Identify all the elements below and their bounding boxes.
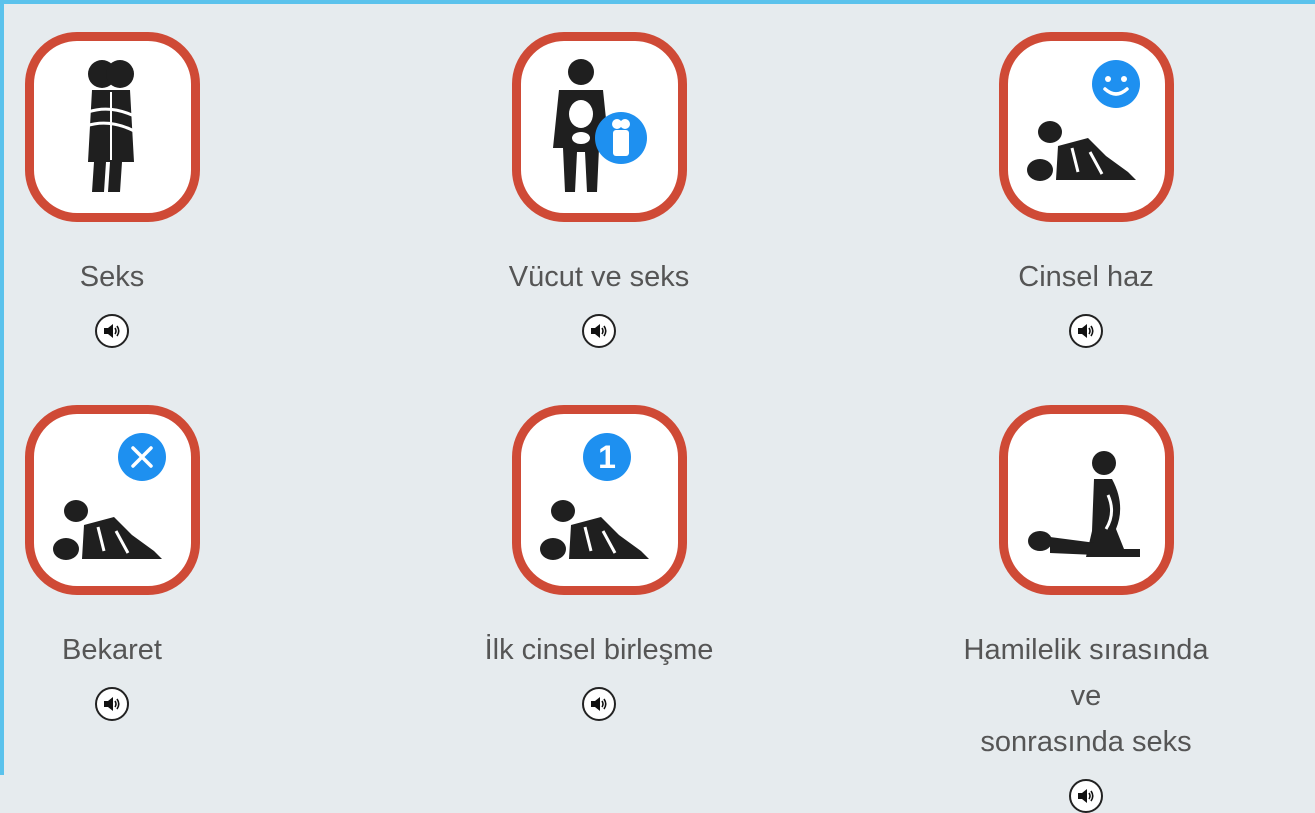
speaker-icon [104, 324, 120, 338]
body-anatomy-icon [553, 59, 647, 192]
topic-icon-button[interactable] [998, 32, 1174, 222]
embracing-couple-icon [85, 60, 139, 192]
topic-label: Cinsel haz [1018, 261, 1154, 293]
topic-icon-button[interactable]: 1 [511, 405, 687, 595]
topic-card-seks: Seks [0, 32, 252, 348]
couple-cross-icon [53, 433, 166, 560]
topic-label: Seks [79, 261, 145, 293]
pregnancy-couple-icon [1028, 451, 1140, 557]
topic-card-cinsel-haz: Cinsel haz [946, 32, 1226, 348]
speaker-icon [1078, 324, 1094, 338]
topic-card-hamilelik: Hamilelik sırasında ve sonrasında seks [946, 405, 1226, 813]
topic-icon-button[interactable] [24, 32, 200, 222]
speaker-icon [591, 324, 607, 338]
topic-label: Hamilelik sırasında ve sonrasında seks [963, 634, 1209, 758]
topic-card-bekaret: Bekaret [0, 405, 252, 721]
topic-icon-button[interactable] [998, 405, 1174, 595]
speaker-button[interactable] [95, 687, 129, 721]
speaker-icon [1078, 789, 1094, 803]
couple-number-one-icon: 1 [540, 433, 649, 560]
topic-card-ilk-cinsel-birlesme: 1 İlk cinsel birleşme [459, 405, 739, 721]
topic-label: İlk cinsel birleşme [484, 634, 714, 666]
topic-icon-button[interactable] [511, 32, 687, 222]
couple-smiley-icon [1027, 60, 1140, 181]
topic-label: Vücut ve seks [508, 261, 690, 293]
speaker-button[interactable] [582, 314, 616, 348]
topic-card-vucut-ve-seks: Vücut ve seks [459, 32, 739, 348]
speaker-button[interactable] [1069, 314, 1103, 348]
speaker-button[interactable] [582, 687, 616, 721]
badge-number: 1 [598, 439, 616, 475]
speaker-icon [104, 697, 120, 711]
speaker-icon [591, 697, 607, 711]
topic-label: Bekaret [62, 634, 162, 666]
speaker-button[interactable] [1069, 779, 1103, 813]
speaker-button[interactable] [95, 314, 129, 348]
topic-icon-button[interactable] [24, 405, 200, 595]
